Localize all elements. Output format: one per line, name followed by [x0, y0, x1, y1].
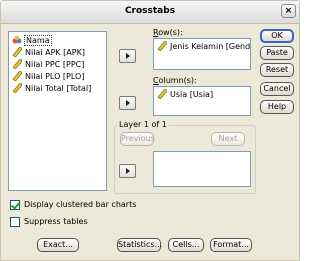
source-variable-list[interactable]: Nama Nilai APK [APK] Nilai PPC [PPC] Nil… — [8, 31, 107, 191]
display-clustered-bar-charts-checkbox[interactable] — [10, 200, 20, 210]
list-item[interactable]: Nilai PLO [PLO] — [12, 71, 85, 83]
statistics-button[interactable]: Statistics... — [117, 238, 162, 252]
close-icon: × — [284, 6, 293, 16]
exact-button[interactable]: Exact... — [37, 238, 79, 252]
reset-button[interactable]: Reset — [260, 63, 294, 77]
list-item[interactable]: Jenis Kelamin [Gender — [157, 41, 250, 53]
suppress-tables-checkbox[interactable] — [10, 217, 20, 227]
previous-layer-button[interactable]: Previous — [120, 132, 155, 146]
list-item[interactable]: Nilai PPC [PPC] — [12, 59, 85, 71]
scale-variable-icon — [157, 41, 167, 51]
rows-label: Row(s): — [153, 28, 183, 37]
ok-button[interactable]: OK — [260, 29, 294, 43]
scale-variable-icon — [12, 71, 22, 81]
cancel-button[interactable]: Cancel — [260, 82, 294, 96]
help-button[interactable]: Help — [260, 100, 294, 114]
next-layer-button[interactable]: Next — [211, 132, 245, 146]
scale-variable-icon — [12, 83, 22, 93]
rows-list[interactable]: Jenis Kelamin [Gender — [153, 38, 251, 70]
scale-variable-icon — [157, 89, 167, 99]
layer-list[interactable] — [153, 151, 251, 187]
list-item[interactable]: Nilai Total [Total] — [12, 83, 92, 95]
paste-button[interactable]: Paste — [260, 46, 294, 60]
move-to-layer-button[interactable] — [119, 164, 136, 178]
dialog-title: Crosstabs — [124, 6, 176, 16]
format-button[interactable]: Format... — [210, 238, 252, 252]
move-to-rows-button[interactable] — [119, 49, 136, 63]
move-to-columns-button[interactable] — [119, 96, 136, 110]
list-item[interactable]: Nama — [12, 35, 52, 47]
columns-label: Column(s): — [153, 76, 197, 85]
cells-button[interactable]: Cells... — [168, 238, 204, 252]
layer-title: Layer 1 of 1 — [117, 120, 169, 129]
columns-list[interactable]: Usia [Usia] — [153, 86, 251, 116]
scale-variable-icon — [12, 47, 22, 57]
display-clustered-bar-charts-label: Display clustered bar charts — [24, 200, 137, 209]
title-bar[interactable]: Crosstabs × — [1, 1, 299, 24]
scale-variable-icon — [12, 59, 22, 69]
suppress-tables-label: Suppress tables — [24, 217, 88, 226]
list-item[interactable]: Nilai APK [APK] — [12, 47, 86, 59]
list-item[interactable]: Usia [Usia] — [157, 89, 214, 101]
crosstabs-dialog: Crosstabs × Nama Nilai APK [APK] Nilai P… — [0, 0, 300, 261]
close-button[interactable]: × — [281, 4, 296, 18]
string-variable-icon — [12, 35, 22, 44]
